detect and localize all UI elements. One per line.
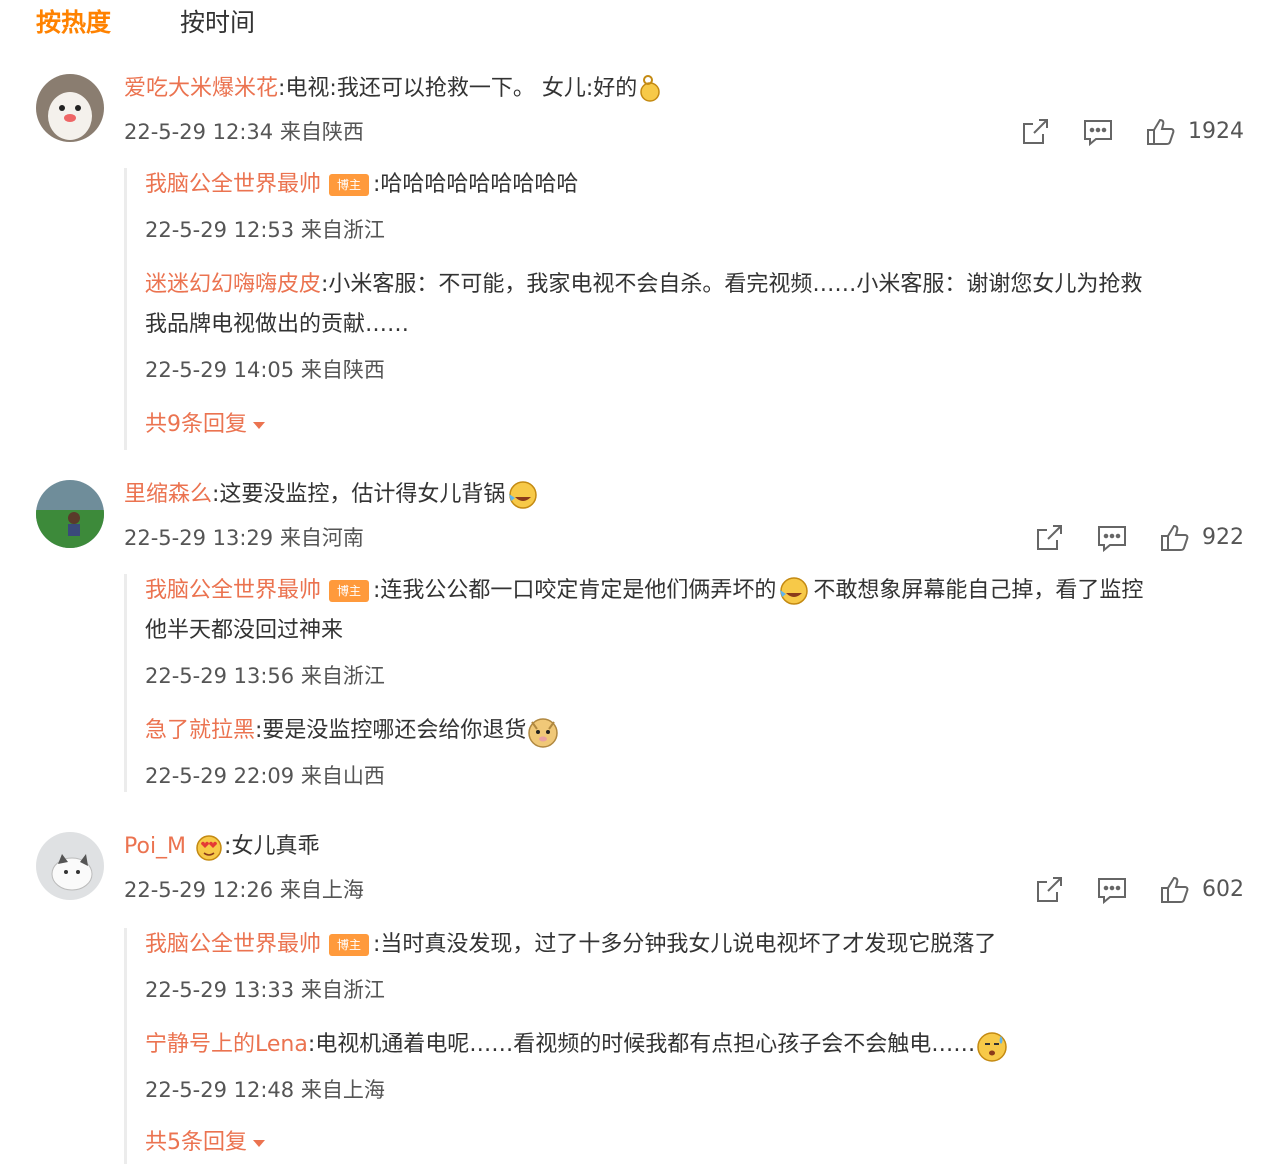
like-count: 1924: [1188, 119, 1244, 144]
reply-body: 我脑公全世界最帅 博主:连我公公都一口咬定肯定是他们俩弄坏的 不敢想象屏幕能自己掉…: [145, 576, 1143, 606]
reply-username[interactable]: 我脑公全世界最帅: [145, 172, 321, 197]
reply-username[interactable]: 宁静号上的Lena: [145, 1032, 308, 1057]
reply-text-line2: 我品牌电视做出的贡献……: [145, 312, 410, 337]
tab-by-popularity[interactable]: 按热度: [36, 6, 111, 40]
blogger-badge: 博主: [329, 934, 370, 956]
ok-hand-emoji-icon: [637, 74, 667, 104]
reply-text: :连我公公都一口咬定肯定是他们俩弄坏的: [373, 578, 777, 603]
comment-icon[interactable]: [1096, 874, 1128, 906]
reply-text: :要是没监控哪还会给你退货: [255, 718, 527, 743]
like-button[interactable]: 922: [1158, 522, 1244, 554]
sweat-emoji-icon: [975, 1030, 1008, 1062]
reply-text-continued: 他半天都没回过神来: [145, 616, 343, 646]
reply-username[interactable]: 我脑公全世界最帅: [145, 578, 321, 603]
comment-actions: 922: [1033, 522, 1244, 554]
comment-icon[interactable]: [1096, 522, 1128, 554]
caret-down-icon: [253, 1139, 265, 1147]
comment-item: Poi_M :女儿真乖 22-5-29 12:26 来自上海 602 我脑公全世界…: [0, 830, 1276, 1164]
reply-text-continued: 我品牌电视做出的贡献……: [145, 310, 409, 340]
view-more-replies-link[interactable]: 共5条回复: [145, 1128, 265, 1158]
reply-body: 我脑公全世界最帅 博主:哈哈哈哈哈哈哈哈哈: [145, 170, 578, 200]
comment-body: 爱吃大米爆米花:电视:我还可以抢救一下。 女儿:好的: [124, 74, 667, 104]
comment-actions: 602: [1033, 874, 1244, 906]
avatar[interactable]: [36, 832, 104, 900]
comment-icon[interactable]: [1082, 116, 1114, 148]
view-more-replies-link[interactable]: 共9条回复: [145, 410, 265, 440]
share-icon[interactable]: [1033, 522, 1065, 554]
view-more-label: 共5条回复: [145, 1130, 247, 1155]
reply-meta: 22-5-29 13:33 来自浙江: [145, 978, 385, 1002]
comment-text: :女儿真乖: [224, 834, 320, 859]
thumbs-up-icon: [1161, 524, 1189, 551]
comment-meta: 22-5-29 12:26 来自上海: [124, 878, 364, 902]
avatar[interactable]: [36, 74, 104, 142]
comment-username[interactable]: Poi_M: [124, 834, 186, 859]
reply-text: :当时真没发现，过了十多分钟我女儿说电视坏了才发现它脱落了: [373, 932, 997, 957]
reply-text: :小米客服：不可能，我家电视不会自杀。看完视频……小米客服：谢谢您女儿为抢救: [321, 272, 1143, 297]
comment-body: Poi_M :女儿真乖: [124, 832, 319, 862]
like-button[interactable]: 1924: [1144, 116, 1244, 148]
reply-text-line2: 他半天都没回过神来: [145, 618, 344, 643]
reply-body: 我脑公全世界最帅 博主:当时真没发现，过了十多分钟我女儿说电视坏了才发现它脱落了: [145, 930, 996, 960]
like-count: 922: [1202, 525, 1244, 550]
comment-item: 里缩森么:这要没监控，估计得女儿背锅 22-5-29 13:29 来自河南 92…: [0, 476, 1276, 806]
blogger-badge: 博主: [329, 580, 370, 602]
blogger-badge: 博主: [329, 174, 370, 196]
comment-text: :电视:我还可以抢救一下。 女儿:好的: [278, 76, 638, 101]
reply-meta: 22-5-29 14:05 来自陕西: [145, 358, 385, 382]
reply-username[interactable]: 急了就拉黑: [145, 718, 255, 743]
reply-list: 我脑公全世界最帅 博主:连我公公都一口咬定肯定是他们俩弄坏的 不敢想象屏幕能自己掉…: [124, 574, 1143, 792]
reply-meta: 22-5-29 13:56 来自浙江: [145, 664, 385, 688]
comment-body: 里缩森么:这要没监控，估计得女儿背锅: [124, 480, 538, 510]
comment-item: 爱吃大米爆米花:电视:我还可以抢救一下。 女儿:好的 22-5-29 12:34…: [0, 70, 1276, 450]
avatar[interactable]: [36, 480, 104, 548]
comment-username[interactable]: 爱吃大米爆米花: [124, 76, 278, 101]
reply-body: 迷迷幻幻嗨嗨皮皮:小米客服：不可能，我家电视不会自杀。看完视频……小米客服：谢谢…: [145, 270, 1142, 300]
laughing-crying-emoji-icon: [505, 480, 538, 510]
reply-list: 我脑公全世界最帅 博主:当时真没发现，过了十多分钟我女儿说电视坏了才发现它脱落了 …: [124, 928, 1008, 1164]
view-more-label: 共9条回复: [145, 412, 247, 437]
thumbs-up-icon: [1161, 876, 1189, 903]
comment-text: :这要没监控，估计得女儿背锅: [212, 482, 506, 507]
reply-meta: 22-5-29 12:53 来自浙江: [145, 218, 385, 242]
reply-list: 我脑公全世界最帅 博主:哈哈哈哈哈哈哈哈哈 22-5-29 12:53 来自浙江 …: [124, 168, 1142, 450]
reply-body: 急了就拉黑:要是没监控哪还会给你退货: [145, 716, 559, 748]
doge-emoji-icon: [526, 716, 559, 748]
caret-down-icon: [253, 421, 265, 429]
reply-text: :电视机通着电呢……看视频的时候我都有点担心孩子会不会触电……: [307, 1032, 976, 1057]
heart-eyes-emoji-icon: [194, 832, 224, 862]
comment-username[interactable]: 里缩森么: [124, 482, 212, 507]
share-icon[interactable]: [1033, 874, 1065, 906]
reply-text-continued-inline: 不敢想象屏幕能自己掉，看了监控: [806, 578, 1144, 603]
comment-meta: 22-5-29 12:34 来自陕西: [124, 120, 364, 144]
like-count: 602: [1202, 877, 1244, 902]
reply-meta: 22-5-29 22:09 来自山西: [145, 764, 385, 788]
reply-meta: 22-5-29 12:48 来自上海: [145, 1078, 385, 1102]
reply-text: :哈哈哈哈哈哈哈哈哈: [373, 172, 579, 197]
reply-username[interactable]: 迷迷幻幻嗨嗨皮皮: [145, 272, 321, 297]
comment-meta: 22-5-29 13:29 来自河南: [124, 526, 364, 550]
thumbs-up-icon: [1147, 118, 1175, 145]
reply-username[interactable]: 我脑公全世界最帅: [145, 932, 321, 957]
tab-by-time[interactable]: 按时间: [180, 6, 255, 40]
reply-body: 宁静号上的Lena:电视机通着电呢……看视频的时候我都有点担心孩子会不会触电……: [145, 1030, 1008, 1062]
share-icon[interactable]: [1019, 116, 1051, 148]
comment-actions: 1924: [1019, 116, 1244, 148]
laughing-crying-emoji-icon: [776, 576, 809, 606]
like-button[interactable]: 602: [1158, 874, 1244, 906]
